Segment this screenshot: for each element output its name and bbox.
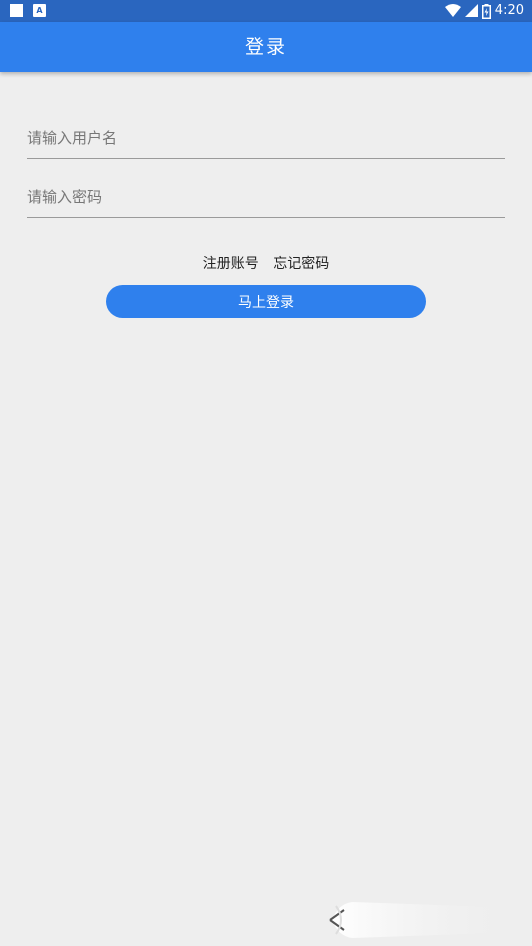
password-field [27,177,505,218]
wifi-icon [444,4,461,17]
register-link[interactable]: 注册账号 [203,253,259,273]
battery-icon [481,3,491,19]
app-bar: 登录 [0,22,532,72]
signal-icon [464,4,478,17]
login-button[interactable]: 马上登录 [106,285,426,318]
notification-square-icon [10,4,23,17]
text-a-icon: A [33,4,46,17]
swipe-gesture-icon [329,902,522,938]
auth-links: 注册账号 忘记密码 [0,253,532,273]
status-right-icons: 4:20 [444,2,524,20]
password-input[interactable] [27,177,505,217]
username-input[interactable] [27,118,505,158]
status-bar: A 4:20 [0,0,532,22]
status-left-icons: A [10,4,46,17]
forgot-password-link[interactable]: 忘记密码 [273,253,329,273]
username-field [27,118,505,159]
status-time: 4:20 [494,3,524,18]
page-title: 登录 [244,36,287,58]
